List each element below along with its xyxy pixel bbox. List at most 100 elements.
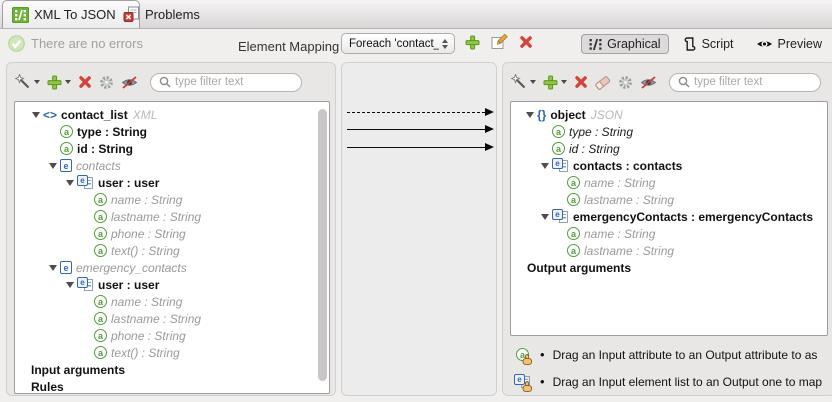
tree-row[interactable]: aname : String [511, 225, 827, 242]
tree-row[interactable]: aid : String [15, 140, 329, 157]
tree-node-label: name : String [584, 176, 655, 190]
tab-problems[interactable]: Problems [114, 0, 209, 28]
tree-row[interactable]: aphone : String [15, 225, 329, 242]
tree-row[interactable]: eemergency_contacts [15, 259, 329, 276]
hide-attributes-button[interactable] [640, 75, 657, 90]
mapping-arrow[interactable] [347, 129, 485, 130]
delete-button[interactable] [574, 75, 588, 89]
caret-icon[interactable] [66, 180, 77, 186]
output-toolbar [511, 70, 821, 94]
schema-type-tag: XML [133, 108, 158, 122]
delete-button[interactable] [78, 75, 92, 89]
hide-attributes-icon [640, 75, 657, 90]
caret-icon[interactable] [541, 163, 552, 169]
hint-text: Drag an Input element list to an Output … [553, 375, 823, 389]
view-preview-button[interactable]: Preview [748, 34, 830, 54]
auto-map-button[interactable] [511, 74, 536, 90]
scrollbar-thumb[interactable] [318, 109, 327, 381]
tree-row[interactable]: {}objectJSON [511, 106, 827, 123]
tree-node-label: type : String [569, 125, 633, 139]
tree-node-label: object [550, 108, 585, 122]
status-message: There are no errors [8, 35, 143, 52]
tree-row[interactable]: econtacts [15, 157, 329, 174]
caret-icon[interactable] [526, 112, 537, 118]
tree-row[interactable]: atype : String [15, 123, 329, 140]
tree-node-label: id : String [569, 142, 620, 156]
caret-icon[interactable] [32, 112, 43, 118]
tree-row[interactable]: euser : user [15, 276, 329, 293]
auto-map-button[interactable] [15, 74, 40, 90]
tree-node-label: text() : String [111, 346, 180, 360]
caret-icon[interactable] [66, 282, 77, 288]
tree-row[interactable]: econtacts : contacts [511, 157, 827, 174]
hint-text: Drag an Input attribute to an Output att… [553, 348, 818, 362]
settings-icon [99, 75, 114, 90]
erase-button[interactable] [595, 75, 611, 90]
add-button[interactable] [47, 75, 71, 90]
edit-mapping-button[interactable] [490, 33, 509, 51]
tree-node-label: emergencyContacts : emergencyContacts [573, 210, 813, 224]
input-panel: <>contact_listXMLatype : Stringaid : Str… [6, 62, 336, 396]
output-filter-field[interactable] [694, 76, 812, 88]
tree-node-label: Rules [31, 380, 64, 394]
hint-drag-attribute: a • Drag an Input attribute to an Output… [513, 346, 817, 363]
mapping-arrow[interactable] [347, 112, 485, 113]
caret-icon[interactable] [49, 265, 60, 271]
tree-row[interactable]: <>contact_listXML [15, 106, 329, 123]
foreach-selector[interactable]: Foreach 'contact_ [341, 33, 455, 54]
tab-bar: XML To JSON × Problems [0, 0, 832, 29]
script-icon [683, 36, 697, 52]
add-button[interactable] [543, 75, 567, 90]
tree-row[interactable]: a id : String [511, 140, 827, 157]
settings-button[interactable] [618, 75, 633, 90]
attribute-icon: a [567, 193, 580, 206]
caret-icon[interactable] [49, 163, 60, 169]
tree-node-label: contacts : contacts [573, 159, 682, 173]
hide-attributes-button[interactable] [121, 75, 138, 90]
tree-row[interactable]: alastname : String [511, 191, 827, 208]
tree-row[interactable]: alastname : String [15, 208, 329, 225]
tree-row[interactable]: a type : String [511, 123, 827, 140]
tree-row[interactable]: alastname : String [511, 242, 827, 259]
status-row: There are no errors Element Mapping Fore… [0, 29, 832, 59]
input-filter-field[interactable] [175, 76, 293, 88]
delete-icon [78, 75, 92, 89]
tree-row[interactable]: Rules [15, 378, 329, 394]
view-button-label: Preview [778, 37, 822, 51]
problems-icon [123, 6, 140, 22]
add-mapping-button[interactable] [464, 34, 481, 51]
tree-node-label: Output arguments [527, 261, 631, 275]
tree-row[interactable]: atext() : String [15, 344, 329, 361]
tree-row[interactable]: aname : String [15, 191, 329, 208]
tree-node-label: lastname : String [111, 312, 201, 326]
output-panel: {}objectJSONatype : Stringaid : Stringec… [502, 62, 832, 396]
tree-row[interactable]: Output arguments [511, 259, 827, 276]
tree-node-label: Input arguments [31, 363, 125, 377]
dropdown-caret-icon [34, 80, 40, 84]
auto-map-icon [511, 74, 527, 90]
attribute-icon: a [552, 142, 565, 155]
mapping-arrow[interactable] [347, 147, 485, 148]
attribute-icon: a [552, 125, 565, 138]
tree-row[interactable]: eemergencyContacts : emergencyContacts [511, 208, 827, 225]
json-object-icon: {} [537, 108, 546, 122]
element-icon: e [60, 261, 72, 274]
view-graphical-button[interactable]: Graphical [581, 34, 669, 54]
tree-row[interactable]: aname : String [15, 293, 329, 310]
tree-row[interactable]: aname : String [511, 174, 827, 191]
tree-node-label: phone : String [111, 227, 186, 241]
caret-icon[interactable] [541, 214, 552, 220]
bullet: • [540, 347, 545, 362]
delete-mapping-button[interactable] [518, 34, 534, 50]
tree-row[interactable]: alastname : String [15, 310, 329, 327]
tree-row[interactable]: aphone : String [15, 327, 329, 344]
stepper-icon [439, 39, 451, 49]
settings-button[interactable] [99, 75, 114, 90]
tab-label: Problems [145, 7, 200, 22]
view-script-button[interactable]: Script [675, 33, 742, 55]
tree-row[interactable]: atext() : String [15, 242, 329, 259]
element-icon: e [60, 159, 72, 172]
delete-icon [519, 35, 533, 49]
tree-row[interactable]: Input arguments [15, 361, 329, 378]
tree-row[interactable]: euser : user [15, 174, 329, 191]
